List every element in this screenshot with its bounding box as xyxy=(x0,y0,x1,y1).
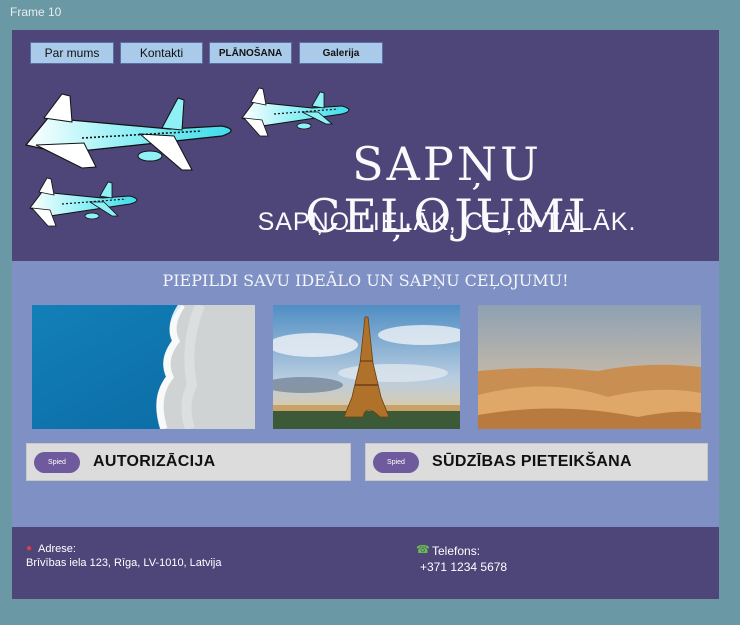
frame-label: Frame 10 xyxy=(10,5,62,19)
complaint-press-button[interactable]: Spied xyxy=(373,452,419,473)
ocean-beach-image xyxy=(32,305,255,429)
address-label: Adrese: xyxy=(38,543,76,555)
authorization-label: AUTORIZĀCIJA xyxy=(93,453,216,470)
complaint-card[interactable]: Spied SŪDZĪBAS PIETEIKŠANA xyxy=(365,443,708,481)
complaint-label: SŪDZĪBAS PIETEIKŠANA xyxy=(432,453,632,470)
small-airplane-right-icon xyxy=(241,87,350,137)
tagline: PIEPILDI SAVU IDEĀLO UN SAPŅU CEĻOJUMU! xyxy=(162,271,569,290)
authorization-press-button[interactable]: Spied xyxy=(34,452,80,473)
phone-value: +371 1234 5678 xyxy=(420,560,508,574)
authorization-card[interactable]: Spied AUTORIZĀCIJA xyxy=(26,443,351,481)
map-pin-icon: ● xyxy=(26,543,33,554)
phone-label: Telefons: xyxy=(432,544,481,558)
small-airplane-left-icon xyxy=(29,177,138,227)
address-value: Brīvības iela 123, Rīga, LV-1010, Latvij… xyxy=(26,557,222,569)
hero-subtitle: SAPŅO LIELĀK, CEĻO TĀLĀK. xyxy=(257,208,637,236)
page-frame: Par mums Kontakti PLĀNOŠANA Galerija SAP… xyxy=(12,30,719,599)
phone-icon: ☎ xyxy=(416,544,430,556)
header: Par mums Kontakti PLĀNOŠANA Galerija SAP… xyxy=(12,30,719,261)
eiffel-tower-image xyxy=(273,305,460,429)
footer: ● Adrese: Brīvības iela 123, Rīga, LV-10… xyxy=(12,527,719,599)
desert-dunes-image xyxy=(478,305,701,429)
large-airplane-icon xyxy=(24,93,232,171)
